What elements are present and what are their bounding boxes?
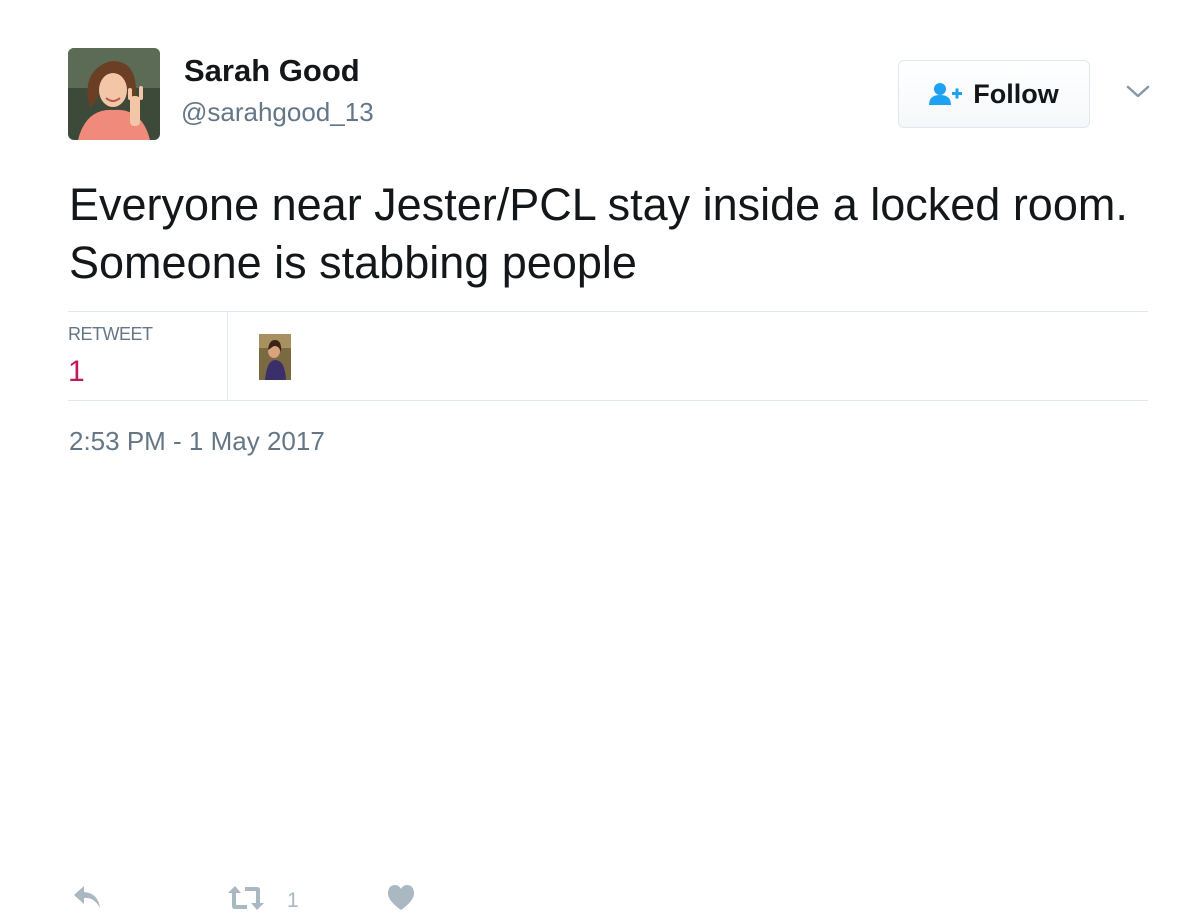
reply-icon <box>72 884 104 917</box>
user-handle[interactable]: @sarahgood_13 <box>181 96 374 128</box>
tweet-timestamp[interactable]: 2:53 PM - 1 May 2017 <box>69 425 325 457</box>
avatar[interactable] <box>68 48 160 140</box>
like-button[interactable] <box>386 884 416 917</box>
follow-label: Follow <box>973 79 1059 109</box>
retweet-stat-count: 1 <box>68 355 85 388</box>
retweet-stat-label: RETWEET <box>68 324 153 344</box>
follow-button[interactable]: Follow <box>898 60 1090 128</box>
retweet-icon <box>227 884 265 917</box>
add-user-icon <box>929 82 963 106</box>
retweet-action-count: 1 <box>287 888 299 912</box>
display-name[interactable]: Sarah Good <box>184 53 360 89</box>
retweet-stat[interactable]: RETWEET 1 <box>68 312 228 400</box>
heart-icon <box>386 884 416 917</box>
tweet-stats: RETWEET 1 <box>68 311 1148 401</box>
chevron-down-icon[interactable] <box>1124 82 1152 102</box>
retweet-button[interactable]: 1 <box>227 884 299 917</box>
tweet-text: Everyone near Jester/PCL stay inside a l… <box>69 179 1128 288</box>
reply-button[interactable] <box>72 884 104 917</box>
retweeter-avatar[interactable] <box>259 334 291 380</box>
